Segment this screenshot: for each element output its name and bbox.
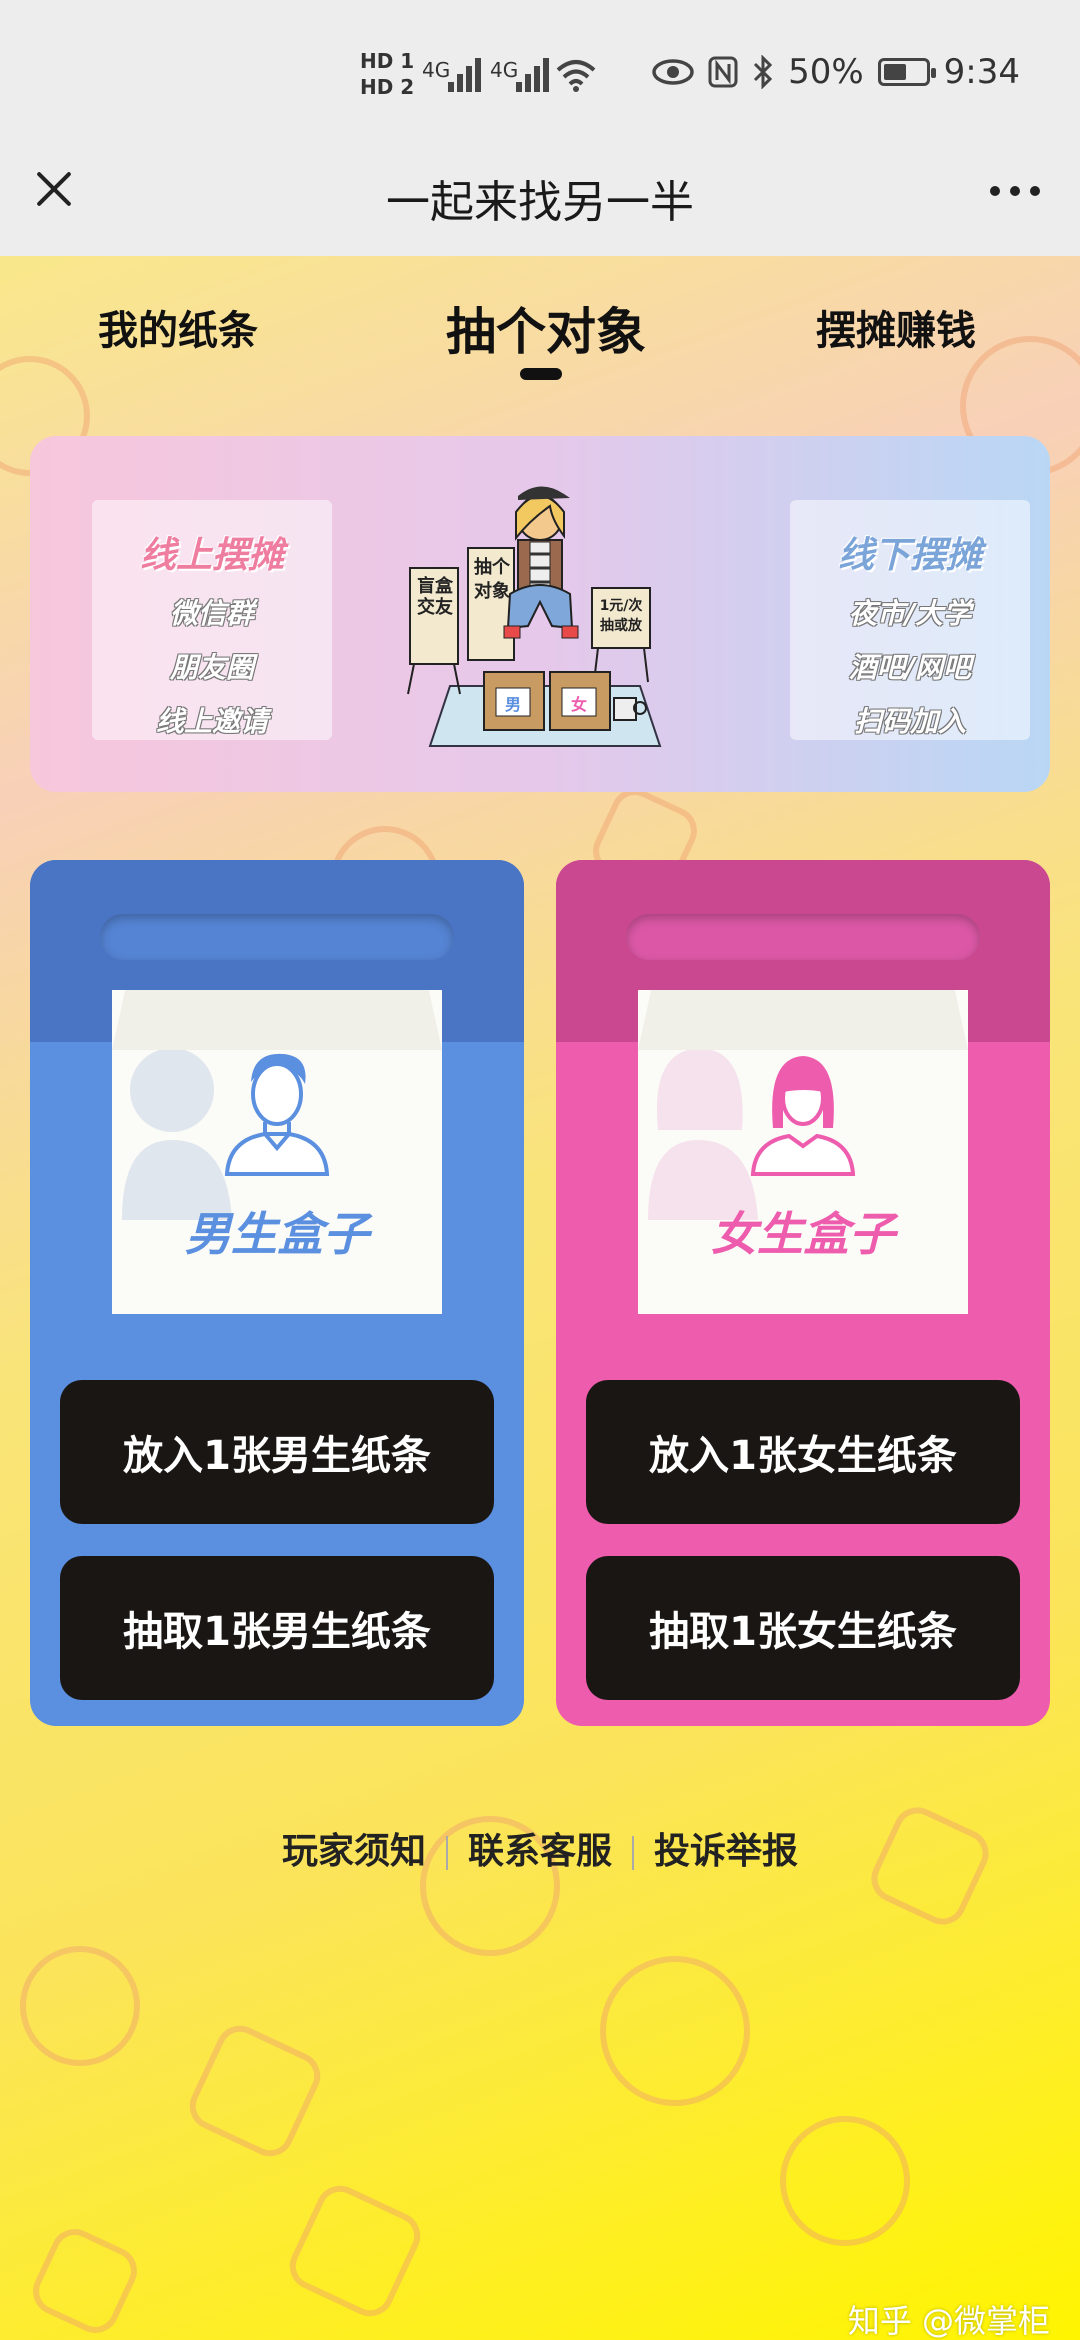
male-box-label: 男生盒子 [185,1207,369,1261]
footer-links: 玩家须知 联系客服 投诉举报 [0,1822,1080,1874]
offline-stall-panel: 线下摆摊 夜市/大学 酒吧/网吧 扫码加入 [790,500,1030,740]
online-stall-panel: 线上摆摊 微信群 朋友圈 线上邀请 [92,500,332,740]
title-bar: 一起来找另一半 [0,130,1080,256]
hd1-label: HD 1 [360,49,415,73]
tab-stall-earn[interactable]: 摆摊赚钱 [816,298,976,356]
hd-indicator: HD 1 HD 2 [360,48,414,100]
main-content: 我的纸条 抽个对象 摆摊赚钱 线上摆摊 微信群 朋友圈 线上邀请 盲盒交友 抽个… [0,256,1080,2340]
link-report[interactable]: 投诉举报 [654,1831,798,1872]
box-slot [626,914,980,960]
page-title: 一起来找另一半 [386,177,694,228]
sign-draw-partner: 抽个对象 [474,557,510,602]
female-avatar-icon [750,1056,856,1176]
draw-male-note-button[interactable]: 抽取1张男生纸条 [60,1556,494,1700]
bluetooth-icon [754,55,773,89]
box-male-label: 男 [504,695,521,714]
offline-stall-line: 酒吧/网吧 [848,651,972,684]
online-stall-line: 线上邀请 [155,705,268,738]
male-box-card: 男生盒子 放入1张男生纸条 抽取1张男生纸条 [30,860,524,1726]
divider [445,1836,448,1870]
eye-icon [652,59,694,85]
female-box-label: 女生盒子 [711,1207,895,1261]
link-player-notice[interactable]: 玩家须知 [282,1831,426,1872]
paper-flap [638,990,968,1050]
signal-icon [448,58,484,92]
female-box-card: 女生盒子 放入1张女生纸条 抽取1张女生纸条 [556,860,1050,1726]
battery-icon [877,58,936,86]
network-type-2: 4G [490,58,519,82]
watermark: 知乎 @微掌柜 [847,2302,1050,2340]
sign-price: 1元/次 抽或放 [599,598,643,634]
put-male-note-button[interactable]: 放入1张男生纸条 [60,1380,494,1524]
decor-shape [600,1956,750,2106]
offline-stall-title: 线下摆摊 [837,535,982,576]
more-icon[interactable] [990,186,1040,196]
divider [632,1836,634,1870]
decor-shape [181,2017,329,2165]
draw-female-note-button[interactable]: 抽取1张女生纸条 [586,1556,1020,1700]
wifi-icon [556,60,596,92]
battery-percent: 50% [788,52,864,92]
paper-flap [112,990,442,1050]
network-type-1: 4G [422,58,451,82]
box-slot [100,914,454,960]
decor-shape [780,2116,910,2246]
box-female-label: 女 [570,695,587,714]
stall-illustration: 盲盒交友 抽个对象 1元/次 抽或放 男 女 [400,476,690,776]
decor-shape [25,2221,145,2340]
tab-active-indicator [520,368,562,380]
tab-my-notes[interactable]: 我的纸条 [98,298,258,356]
male-avatar-icon [224,1053,330,1176]
online-stall-title: 线上摆摊 [139,535,284,576]
offline-stall-line: 夜市/大学 [848,597,972,630]
decor-shape [20,1946,140,2066]
clock: 9:34 [943,52,1020,92]
hd2-label: HD 2 [360,75,415,99]
online-stall-line: 朋友圈 [169,651,254,684]
online-stall-line: 微信群 [169,597,254,630]
signal-icon [516,58,552,92]
tab-draw-partner[interactable]: 抽个对象 [446,292,646,364]
sign-blind-box: 盲盒交友 [417,576,453,618]
link-contact-service[interactable]: 联系客服 [468,1831,612,1872]
decor-shape [281,2177,429,2325]
nfc-icon [708,56,738,88]
offline-stall-line: 扫码加入 [853,705,966,738]
promo-banner[interactable]: 线上摆摊 微信群 朋友圈 线上邀请 盲盒交友 抽个对象 1元/次 抽或放 男 女… [30,436,1050,792]
put-female-note-button[interactable]: 放入1张女生纸条 [586,1380,1020,1524]
